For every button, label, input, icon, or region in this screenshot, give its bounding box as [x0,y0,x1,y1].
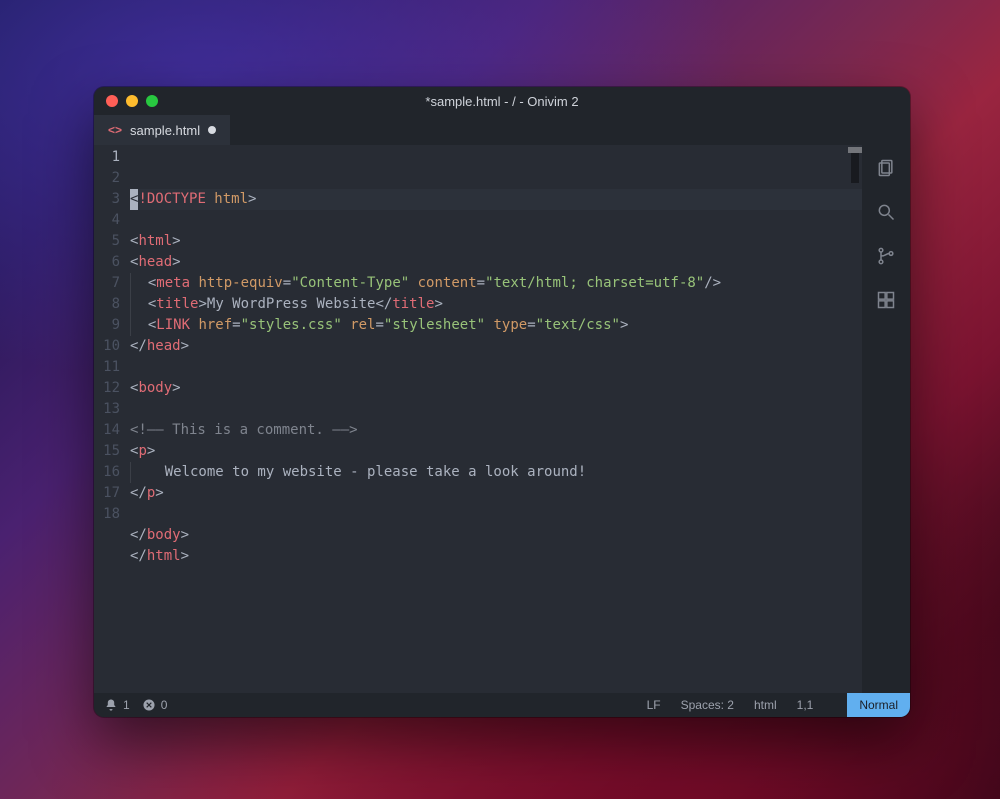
tab-sample-html[interactable]: <> sample.html [94,115,230,145]
bell-icon [104,698,118,712]
line-number: 13 [94,399,130,420]
line-number: 8 [94,294,130,315]
tab-filename: sample.html [130,123,200,138]
maximize-window-button[interactable] [146,95,158,107]
line-number: 17 [94,483,130,504]
eol-indicator[interactable]: LF [647,698,661,712]
indent-indicator[interactable]: Spaces: 2 [681,698,734,712]
html-file-icon: <> [108,123,122,137]
code-line[interactable]: </html> [130,546,862,567]
extensions-icon[interactable] [875,289,897,311]
editor-window: *sample.html - / - Onivim 2 <> sample.ht… [94,87,910,717]
vim-mode-indicator[interactable]: Normal [847,693,910,717]
line-number: 9 [94,315,130,336]
code-line[interactable]: <LINK href="styles.css" rel="stylesheet"… [130,315,862,336]
line-number: 4 [94,210,130,231]
notifications-count: 1 [123,698,130,712]
line-number: 14 [94,420,130,441]
line-number: 1 [94,147,130,168]
code-line[interactable]: <title>My WordPress Website</title> [130,294,862,315]
line-number: 6 [94,252,130,273]
close-window-button[interactable] [106,95,118,107]
tab-bar: <> sample.html [94,115,910,145]
code-line[interactable]: <head> [130,252,862,273]
code-line[interactable]: </body> [130,525,862,546]
window-title: *sample.html - / - Onivim 2 [94,94,910,109]
code-area[interactable]: <!DOCTYPE html> <html><head> <meta http-… [130,145,862,693]
editor-pane[interactable]: 123456789101112131415161718 <!DOCTYPE ht… [94,145,862,693]
code-line[interactable] [130,399,862,420]
code-line[interactable] [130,357,862,378]
code-line[interactable]: <body> [130,378,862,399]
language-indicator[interactable]: html [754,698,777,712]
line-number: 11 [94,357,130,378]
code-line[interactable] [130,210,862,231]
errors-count: 0 [161,698,168,712]
code-line[interactable] [130,504,862,525]
line-number: 16 [94,462,130,483]
line-number: 15 [94,441,130,462]
modified-indicator-icon [208,126,216,134]
line-number: 3 [94,189,130,210]
line-number: 10 [94,336,130,357]
code-line[interactable]: <!—— This is a comment. ——> [130,420,862,441]
line-number: 7 [94,273,130,294]
code-line[interactable]: Welcome to my website - please take a lo… [130,462,862,483]
titlebar[interactable]: *sample.html - / - Onivim 2 [94,87,910,115]
status-bar: 1 0 LF Spaces: 2 html 1,1 Normal [94,693,910,717]
code-line[interactable]: <!DOCTYPE html> [130,189,862,210]
code-line[interactable]: <html> [130,231,862,252]
traffic-lights [106,95,158,107]
line-number: 5 [94,231,130,252]
code-line[interactable]: <meta http-equiv="Content-Type" content=… [130,273,862,294]
code-line[interactable]: <p> [130,441,862,462]
position-indicator[interactable]: 1,1 [797,698,828,712]
line-number: 2 [94,168,130,189]
errors-status[interactable]: 0 [142,698,168,712]
line-number-gutter: 123456789101112131415161718 [94,145,130,693]
code-line[interactable]: </head> [130,336,862,357]
minimap-region [851,153,859,183]
scrollbar[interactable] [848,147,862,695]
error-icon [142,698,156,712]
notifications-status[interactable]: 1 [104,698,130,712]
line-number: 12 [94,378,130,399]
line-number: 18 [94,504,130,525]
code-line[interactable]: </p> [130,483,862,504]
git-icon[interactable] [875,245,897,267]
minimize-window-button[interactable] [126,95,138,107]
